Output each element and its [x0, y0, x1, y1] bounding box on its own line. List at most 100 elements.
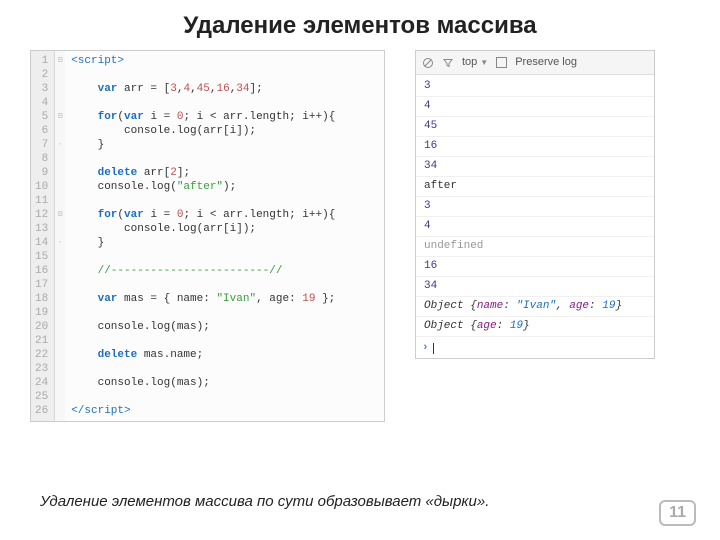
fold-marker [55, 404, 65, 418]
console-line: 4 [416, 97, 654, 117]
code-line: console.log("after"); [71, 180, 378, 194]
console-line: after [416, 177, 654, 197]
code-line: </script> [71, 404, 378, 418]
clear-console-icon[interactable] [422, 57, 434, 69]
line-number: 25 [35, 390, 48, 404]
console-toolbar: top ▼ Preserve log [416, 51, 654, 75]
fold-marker [55, 376, 65, 390]
line-number: 23 [35, 362, 48, 376]
line-number: 7 [35, 138, 48, 152]
line-number: 1 [35, 54, 48, 68]
frame-selector[interactable]: top ▼ [462, 54, 488, 71]
line-number: 4 [35, 96, 48, 110]
line-number: 21 [35, 334, 48, 348]
line-number: 12 [35, 208, 48, 222]
console-line: Object {age: 19} [416, 317, 654, 337]
line-number: 20 [35, 320, 48, 334]
fold-marker: ⊟ [55, 54, 65, 68]
code-line [71, 390, 378, 404]
console-line: 4 [416, 217, 654, 237]
code-line [71, 96, 378, 110]
line-number: 15 [35, 250, 48, 264]
fold-marker [55, 166, 65, 180]
fold-marker [55, 68, 65, 82]
line-number: 10 [35, 180, 48, 194]
filter-icon[interactable] [442, 57, 454, 69]
line-number: 22 [35, 348, 48, 362]
fold-column: ⊟⊟·⊟· [55, 51, 65, 421]
slide-caption: Удаление элементов массива по сути образ… [40, 493, 489, 510]
fold-marker [55, 390, 65, 404]
fold-marker [55, 264, 65, 278]
fold-marker: ⊟ [55, 208, 65, 222]
line-number: 2 [35, 68, 48, 82]
fold-marker [55, 250, 65, 264]
console-line: 16 [416, 137, 654, 157]
page-number: 11 [659, 500, 696, 526]
content-row: 1234567891011121314151617181920212223242… [0, 50, 720, 422]
code-line: <script> [71, 54, 378, 68]
code-line: console.log(mas); [71, 376, 378, 390]
code-line [71, 152, 378, 166]
fold-marker [55, 96, 65, 110]
console-line: 16 [416, 257, 654, 277]
code-line: } [71, 138, 378, 152]
code-line: console.log(arr[i]); [71, 124, 378, 138]
code-body: <script> var arr = [3,4,45,16,34]; for(v… [65, 51, 384, 421]
console-line: 45 [416, 117, 654, 137]
slide-title: Удаление элементов массива [0, 0, 720, 50]
line-number: 19 [35, 306, 48, 320]
code-line: console.log(arr[i]); [71, 222, 378, 236]
fold-marker [55, 194, 65, 208]
line-number: 6 [35, 124, 48, 138]
code-line: delete arr[2]; [71, 166, 378, 180]
line-number: 26 [35, 404, 48, 418]
line-number-gutter: 1234567891011121314151617181920212223242… [31, 51, 55, 421]
console-line: 3 [416, 197, 654, 217]
fold-marker [55, 362, 65, 376]
line-number: 9 [35, 166, 48, 180]
code-line: var mas = { name: "Ivan", age: 19 }; [71, 292, 378, 306]
fold-marker [55, 306, 65, 320]
line-number: 8 [35, 152, 48, 166]
line-number: 17 [35, 278, 48, 292]
fold-marker [55, 320, 65, 334]
console-output: 34451634after34undefined1634Object {name… [416, 75, 654, 339]
line-number: 3 [35, 82, 48, 96]
console-line: Object {name: "Ivan", age: 19} [416, 297, 654, 317]
console-line: 3 [416, 77, 654, 97]
code-line: for(var i = 0; i < arr.length; i++){ [71, 110, 378, 124]
code-line [71, 278, 378, 292]
line-number: 14 [35, 236, 48, 250]
frame-selector-value: top [462, 54, 477, 71]
line-number: 5 [35, 110, 48, 124]
code-line: //------------------------// [71, 264, 378, 278]
code-line [71, 68, 378, 82]
line-number: 18 [35, 292, 48, 306]
preserve-log-label: Preserve log [515, 54, 577, 71]
fold-marker [55, 222, 65, 236]
console-line: undefined [416, 237, 654, 257]
code-line [71, 334, 378, 348]
fold-marker [55, 348, 65, 362]
code-line: for(var i = 0; i < arr.length; i++){ [71, 208, 378, 222]
code-line [71, 250, 378, 264]
fold-marker: · [55, 138, 65, 152]
code-editor: 1234567891011121314151617181920212223242… [30, 50, 385, 422]
preserve-log-checkbox[interactable] [496, 57, 507, 68]
code-line [71, 194, 378, 208]
line-number: 11 [35, 194, 48, 208]
line-number: 24 [35, 376, 48, 390]
code-line: delete mas.name; [71, 348, 378, 362]
console-line: 34 [416, 277, 654, 297]
fold-marker [55, 334, 65, 348]
line-number: 13 [35, 222, 48, 236]
code-line: } [71, 236, 378, 250]
fold-marker [55, 292, 65, 306]
console-prompt[interactable]: › [416, 339, 654, 358]
console-line: 34 [416, 157, 654, 177]
caret-icon [433, 343, 434, 354]
fold-marker [55, 124, 65, 138]
chevron-right-icon: › [422, 340, 429, 357]
fold-marker [55, 278, 65, 292]
